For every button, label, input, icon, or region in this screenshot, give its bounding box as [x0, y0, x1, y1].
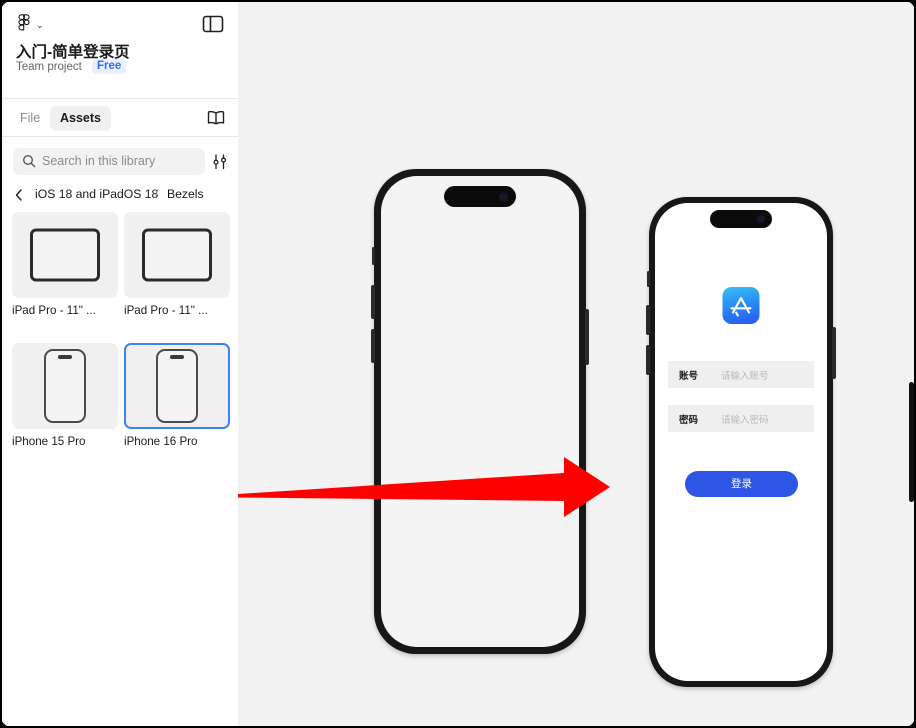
account-field[interactable]: 账号 请输入账号 [668, 361, 814, 388]
divider [2, 136, 238, 137]
breadcrumb-folder[interactable]: Bezels [167, 187, 204, 201]
figma-window: ⌄ 入门-简单登录页 ⌄ Team project Free File Asse… [0, 0, 916, 728]
volume-down-button-icon [646, 345, 650, 375]
asset-item-iphone-16-pro[interactable]: iPhone 16 Pro [124, 343, 232, 448]
search-row: Search in this library [2, 148, 238, 178]
asset-label: iPad Pro - 11" ... [12, 304, 96, 317]
divider [2, 98, 238, 99]
asset-label: iPhone 15 Pro [12, 435, 86, 448]
ipad-bezel-icon [30, 228, 100, 282]
asset-thumbnail-selected[interactable] [124, 343, 230, 429]
book-icon[interactable] [206, 110, 226, 126]
breadcrumb: iOS 18 and iPadOS 18 / Bezels [2, 186, 238, 206]
chevron-left-icon[interactable] [14, 188, 24, 202]
left-sidebar: ⌄ 入门-简单登录页 ⌄ Team project Free File Asse… [2, 2, 238, 726]
iphone-bezel-icon [156, 349, 198, 423]
account-label: 账号 [679, 371, 699, 382]
volume-up-button-icon [371, 285, 375, 319]
ipad-bezel-icon [142, 228, 212, 282]
phone-frame-large[interactable] [371, 169, 589, 654]
phone-screen-large [381, 176, 579, 647]
iphone-bezel-icon [44, 349, 86, 423]
login-button-label: 登录 [731, 478, 752, 490]
mute-switch-icon [647, 271, 650, 287]
search-placeholder: Search in this library [42, 154, 156, 168]
volume-up-button-icon [646, 305, 650, 335]
password-placeholder: 请输入密码 [721, 415, 769, 426]
volume-down-button-icon [371, 329, 375, 363]
dynamic-island-icon [170, 355, 184, 359]
breadcrumb-library[interactable]: iOS 18 and iPadOS 18 [35, 187, 158, 201]
chevron-down-icon[interactable]: ⌄ [120, 46, 128, 57]
search-icon [22, 154, 36, 168]
login-button[interactable]: 登录 [685, 471, 798, 497]
account-placeholder: 请输入账号 [721, 371, 769, 382]
vertical-scrollbar[interactable] [909, 382, 914, 502]
status-badge[interactable]: Free [92, 59, 127, 74]
asset-thumbnail[interactable] [12, 212, 118, 298]
password-field[interactable]: 密码 请输入密码 [668, 405, 814, 432]
breadcrumb-separator: / [155, 187, 159, 201]
front-camera-icon [757, 215, 765, 223]
sliders-filter-icon[interactable] [212, 153, 228, 170]
power-button-icon [832, 327, 836, 379]
power-button-icon [585, 309, 589, 365]
tab-assets[interactable]: Assets [50, 106, 111, 131]
sidebar-topbar: ⌄ [2, 2, 238, 38]
front-camera-icon [499, 192, 508, 201]
project-subtitle: Team project [16, 61, 82, 73]
app-store-icon [722, 287, 760, 324]
chevron-down-icon[interactable]: ⌄ [36, 21, 45, 30]
search-input[interactable]: Search in this library [13, 148, 205, 175]
phone-frame-login[interactable]: 账号 请输入账号 密码 请输入密码 登录 [646, 197, 836, 687]
asset-label: iPad Pro - 11" ... [124, 304, 208, 317]
design-canvas[interactable]: 账号 请输入账号 密码 请输入密码 登录 [238, 2, 914, 726]
mute-switch-icon [372, 247, 375, 265]
asset-thumbnail[interactable] [12, 343, 118, 429]
asset-item-iphone-15-pro[interactable]: iPhone 15 Pro [12, 343, 120, 448]
dynamic-island-icon [444, 186, 516, 207]
dynamic-island-icon [58, 355, 72, 359]
asset-item-ipad-1[interactable]: iPad Pro - 11" ... [12, 212, 120, 317]
figma-logo-icon[interactable] [16, 14, 32, 36]
tab-file[interactable]: File [10, 106, 50, 131]
sidebar-tabs: File Assets [2, 102, 238, 136]
asset-item-ipad-2[interactable]: iPad Pro - 11" ... [124, 212, 232, 317]
dynamic-island-icon [710, 210, 772, 228]
password-label: 密码 [679, 415, 699, 426]
asset-thumbnail[interactable] [124, 212, 230, 298]
panel-layout-icon[interactable] [202, 15, 224, 33]
phone-screen-login: 账号 请输入账号 密码 请输入密码 登录 [655, 203, 827, 681]
asset-label: iPhone 16 Pro [124, 435, 198, 448]
